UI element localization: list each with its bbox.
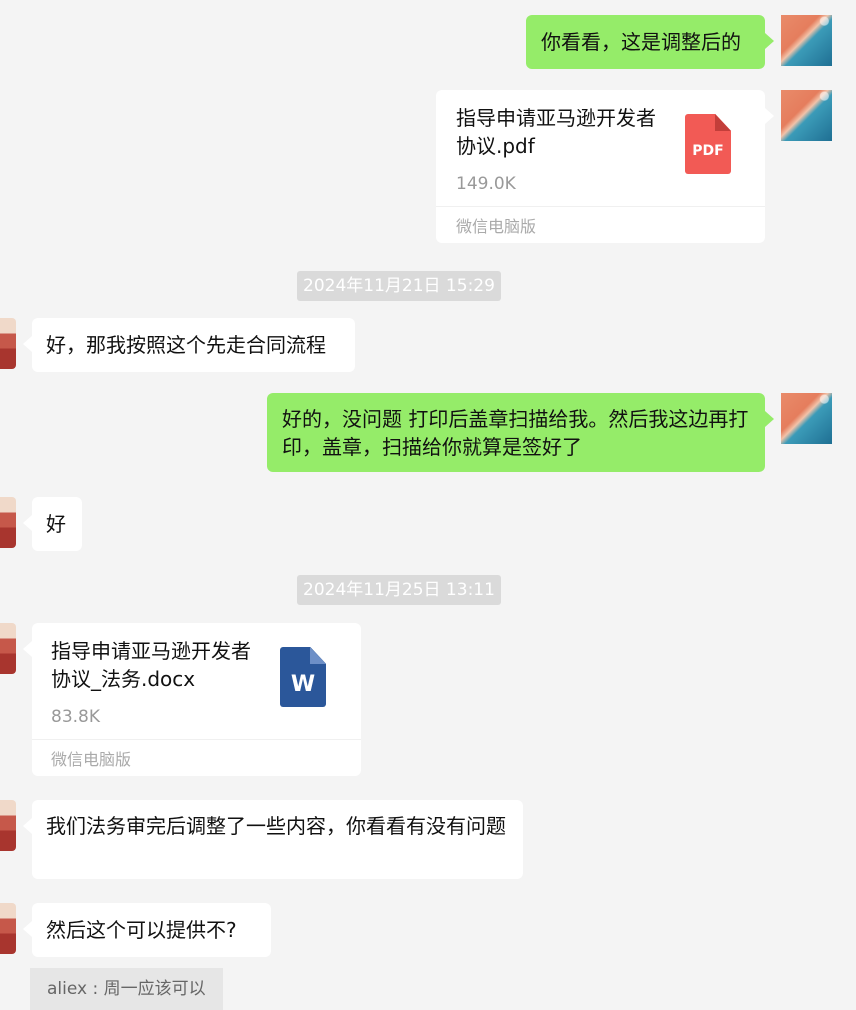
message-bubble[interactable]: 我们法务审完后调整了一些内容，你看看有没有问题	[32, 800, 523, 879]
bubble-tail	[23, 336, 32, 352]
file-name: 指导申请亚马逊开发者协议.pdf	[456, 106, 656, 158]
file-name: 指导申请亚马逊开发者协议_法务.docx	[51, 639, 251, 691]
bubble-tail	[765, 108, 774, 124]
pdf-icon-label: PDF	[692, 143, 724, 159]
contact-avatar[interactable]	[0, 318, 16, 369]
bubble-tail	[765, 411, 774, 427]
pdf-icon: PDF	[685, 114, 731, 174]
file-size: 149.0K	[456, 174, 516, 194]
file-card-pdf[interactable]: 指导申请亚马逊开发者协议.pdf 149.0K PDF 微信电脑版	[436, 90, 765, 243]
quoted-reply[interactable]: aliex : 周一应该可以	[30, 968, 223, 1010]
bubble-tail	[23, 818, 32, 834]
file-divider	[436, 206, 765, 207]
self-avatar[interactable]	[781, 393, 832, 444]
word-icon-label: W	[290, 672, 316, 697]
message-text: 好	[46, 512, 66, 536]
message-bubble[interactable]: 好，那我按照这个先走合同流程	[32, 318, 355, 372]
word-fold	[310, 647, 326, 664]
contact-avatar[interactable]	[0, 497, 16, 548]
file-divider	[32, 739, 361, 740]
contact-avatar[interactable]	[0, 800, 16, 851]
file-card-docx[interactable]: 指导申请亚马逊开发者协议_法务.docx 83.8K W 微信电脑版	[32, 623, 361, 776]
timestamp: 2024年11月25日 13:11	[297, 575, 501, 605]
file-size: 83.8K	[51, 707, 100, 727]
self-avatar[interactable]	[781, 90, 832, 141]
bubble-tail	[23, 641, 32, 657]
file-source: 微信电脑版	[456, 217, 537, 236]
message-bubble[interactable]: 好	[32, 497, 82, 551]
message-text: 然后这个可以提供不?	[46, 918, 237, 942]
message-bubble[interactable]: 你看看，这是调整后的	[526, 15, 765, 69]
message-bubble[interactable]: 好的，没问题 打印后盖章扫描给我。然后我这边再打印，盖章，扫描给你就算是签好了	[267, 393, 765, 472]
message-bubble[interactable]: 然后这个可以提供不?	[32, 903, 271, 957]
file-source: 微信电脑版	[51, 750, 132, 769]
contact-avatar[interactable]	[0, 903, 16, 954]
bubble-tail	[765, 33, 774, 49]
bubble-tail	[23, 921, 32, 937]
self-avatar[interactable]	[781, 15, 832, 66]
message-text: 我们法务审完后调整了一些内容，你看看有没有问题	[46, 814, 506, 838]
word-icon: W	[280, 647, 326, 707]
bubble-tail	[23, 515, 32, 531]
chat-window: 你看看，这是调整后的 指导申请亚马逊开发者协议.pdf 149.0K PDF 微…	[0, 0, 856, 1010]
message-text: 你看看，这是调整后的	[541, 30, 741, 54]
contact-avatar[interactable]	[0, 623, 16, 674]
message-text: 好，那我按照这个先走合同流程	[46, 333, 326, 357]
pdf-fold	[715, 114, 731, 131]
timestamp: 2024年11月21日 15:29	[297, 271, 501, 301]
message-text: 好的，没问题 打印后盖章扫描给我。然后我这边再打印，盖章，扫描给你就算是签好了	[282, 407, 749, 459]
